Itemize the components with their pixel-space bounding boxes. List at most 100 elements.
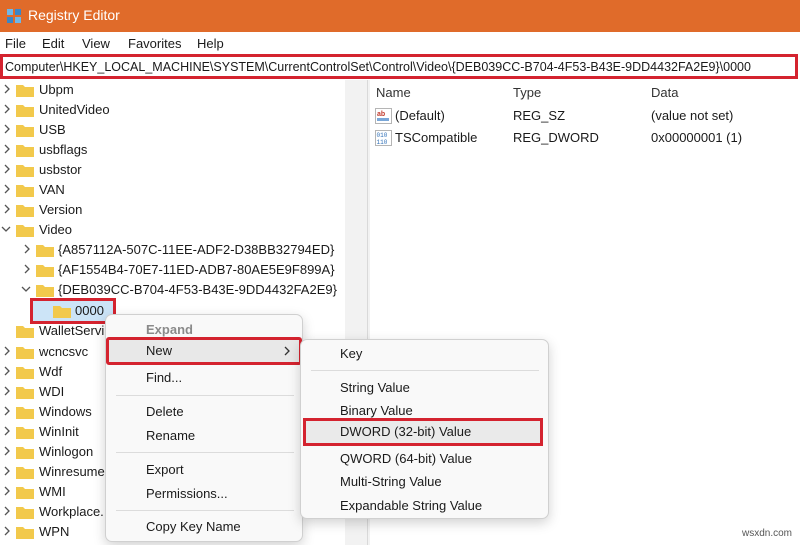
menu-separator [311, 370, 539, 371]
chevron-right-icon[interactable] [2, 504, 12, 518]
chevron-right-icon[interactable] [2, 364, 12, 378]
window-title: Registry Editor [28, 7, 120, 23]
tree-item-label: VAN [39, 182, 65, 197]
tree-item-label: WinInit [39, 424, 79, 439]
folder-icon [16, 145, 34, 157]
folder-icon [16, 447, 34, 459]
menu-item-label: Copy Key Name [146, 519, 241, 534]
menu-bar: File Edit View Favorites Help [0, 34, 800, 54]
menu-help[interactable]: Help [197, 36, 224, 51]
binary-value-icon: 010 110 [375, 130, 392, 146]
folder-icon [16, 367, 34, 379]
value-row[interactable]: ab (Default) REG_SZ (value not set) [370, 106, 800, 126]
submenu-item-key[interactable]: Key [301, 343, 548, 365]
folder-icon [16, 487, 34, 499]
chevron-down-icon[interactable] [1, 222, 11, 236]
folder-icon [16, 527, 34, 539]
chevron-right-icon[interactable] [22, 242, 32, 256]
tree-item-label: WDI [39, 384, 65, 399]
menu-favorites[interactable]: Favorites [128, 36, 181, 51]
menu-item-label: Key [340, 346, 363, 361]
folder-icon [16, 205, 34, 217]
tree-item-label: WPN [39, 524, 70, 539]
menu-item-label: Export [146, 462, 184, 477]
tree-item-label: Version [39, 202, 83, 217]
chevron-right-icon[interactable] [2, 464, 12, 478]
submenu-item-dword-value[interactable]: DWORD (32-bit) Value [303, 418, 543, 446]
menu-item-new[interactable]: New [106, 337, 302, 365]
submenu-item-multi-string-value[interactable]: Multi-String Value [301, 471, 548, 493]
tree-item-label: Winresume [39, 464, 105, 479]
menu-item-label: Binary Value [340, 403, 413, 418]
tree-item-label: Windows [39, 404, 92, 419]
menu-item-label: Delete [146, 404, 184, 419]
folder-icon [16, 165, 34, 177]
chevron-right-icon[interactable] [2, 162, 12, 176]
column-header-data[interactable]: Data [651, 85, 678, 100]
menu-item-label: DWORD (32-bit) Value [340, 424, 472, 439]
string-value-icon: ab [375, 108, 392, 124]
submenu-item-qword-value[interactable]: QWORD (64-bit) Value [301, 448, 548, 470]
submenu-item-expandable-string-value[interactable]: Expandable String Value [301, 495, 548, 517]
tree-item-label: Wdf [39, 364, 63, 379]
chevron-right-icon[interactable] [2, 142, 12, 156]
menu-item-label: Find... [146, 370, 183, 385]
value-row[interactable]: 010 110 TSCompatible REG_DWORD 0x0000000… [370, 128, 800, 148]
chevron-right-icon[interactable] [2, 444, 12, 458]
chevron-right-icon[interactable] [2, 102, 12, 116]
menu-item-label: Expandable String Value [340, 498, 483, 513]
menu-item-label: New [146, 343, 173, 358]
chevron-right-icon[interactable] [2, 344, 12, 358]
svg-text:010: 010 [377, 132, 388, 139]
tree-item-label: usbstor [39, 162, 82, 177]
chevron-right-icon[interactable] [2, 484, 12, 498]
chevron-right-icon[interactable] [2, 182, 12, 196]
tree-item-label: Winlogon [39, 444, 94, 459]
folder-icon [16, 105, 34, 117]
tree-item-label: 0000 [75, 303, 104, 318]
menu-item-copy-key-name[interactable]: Copy Key Name [106, 516, 302, 538]
value-type: REG_DWORD [513, 130, 599, 145]
menu-file[interactable]: File [5, 36, 26, 51]
folder-icon [16, 507, 34, 519]
chevron-right-icon[interactable] [2, 122, 12, 136]
chevron-right-icon[interactable] [2, 524, 12, 538]
folder-icon [16, 125, 34, 137]
chevron-right-icon[interactable] [2, 424, 12, 438]
menu-item-export[interactable]: Export [106, 459, 302, 481]
svg-text:ab: ab [377, 111, 385, 118]
menu-item-permissions[interactable]: Permissions... [106, 483, 302, 505]
menu-item-rename[interactable]: Rename [106, 425, 302, 447]
folder-icon [16, 407, 34, 419]
folder-icon [16, 85, 34, 97]
title-bar: Registry Editor [0, 0, 800, 32]
chevron-right-icon[interactable] [2, 82, 12, 96]
tree-item-label: WMI [39, 484, 66, 499]
chevron-right-icon[interactable] [22, 262, 32, 276]
value-name: (Default) [395, 108, 445, 123]
menu-item-delete[interactable]: Delete [106, 401, 302, 423]
tree-item-label: Ubpm [39, 82, 74, 97]
column-header-type[interactable]: Type [513, 85, 541, 100]
svg-text:110: 110 [377, 139, 388, 146]
submenu-item-string-value[interactable]: String Value [301, 377, 548, 399]
chevron-right-icon[interactable] [2, 384, 12, 398]
tree-item-label: WalletServi [39, 323, 105, 338]
tree-item-label: {A857112A-507C-11EE-ADF2-D38BB32794ED} [58, 242, 335, 257]
folder-icon [53, 306, 71, 318]
menu-item-find[interactable]: Find... [106, 367, 302, 389]
address-bar[interactable]: Computer\HKEY_LOCAL_MACHINE\SYSTEM\Curre… [0, 54, 798, 79]
menu-item-label: Multi-String Value [340, 474, 442, 489]
chevron-right-icon[interactable] [2, 404, 12, 418]
folder-icon [16, 387, 34, 399]
menu-item-label: Expand [146, 322, 193, 337]
menu-view[interactable]: View [82, 36, 110, 51]
tree-item-label: {AF1554B4-70E7-11ED-ADB7-80AE5E9F899A} [58, 262, 335, 277]
chevron-down-icon[interactable] [21, 282, 31, 296]
tree-item-label: Workplace. [39, 504, 104, 519]
chevron-right-icon[interactable] [2, 202, 12, 216]
menu-edit[interactable]: Edit [42, 36, 64, 51]
column-header-name[interactable]: Name [376, 85, 411, 100]
menu-separator [116, 510, 294, 511]
tree-item-label: UnitedVideo [39, 102, 110, 117]
